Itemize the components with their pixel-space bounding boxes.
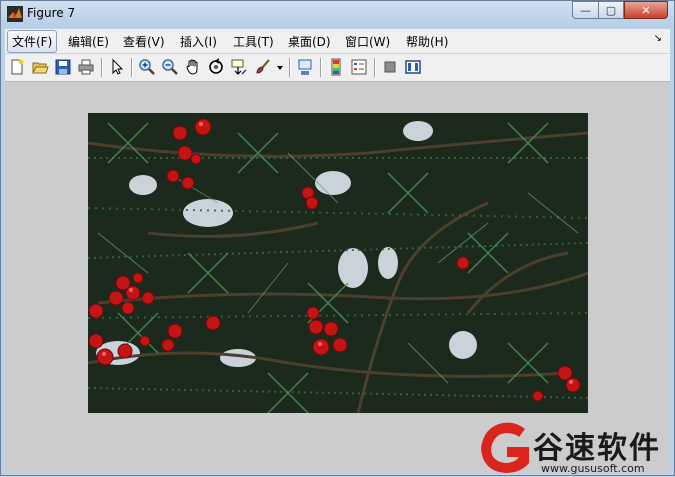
menu-edit[interactable]: 编辑(E) xyxy=(68,33,109,50)
rotate-3d-icon[interactable] xyxy=(207,58,225,76)
menu-help[interactable]: 帮助(H) xyxy=(406,33,448,50)
watermark-brand: 谷速软件 xyxy=(533,431,661,466)
data-cursor-icon[interactable] xyxy=(230,58,248,76)
toolbar-separator xyxy=(101,58,103,77)
maximize-icon: ▢ xyxy=(605,3,617,17)
menu-bar: 文件(F) 编辑(E) 查看(V) 插入(I) 工具(T) 桌面(D) 窗口(W… xyxy=(5,29,670,54)
watermark-logo: 谷速软件 www.gususoft.com xyxy=(475,419,675,477)
zoom-in-icon[interactable] xyxy=(138,58,156,76)
figure-canvas[interactable] xyxy=(5,82,670,473)
menu-view[interactable]: 查看(V) xyxy=(123,33,165,50)
pan-hand-icon[interactable] xyxy=(184,58,202,76)
minimize-button[interactable]: — xyxy=(572,1,598,19)
hide-plot-tools-icon[interactable] xyxy=(381,58,399,76)
menu-desktop[interactable]: 桌面(D) xyxy=(288,33,331,50)
matlab-icon xyxy=(7,6,23,22)
zoom-out-icon[interactable] xyxy=(161,58,179,76)
close-button[interactable]: ✕ xyxy=(624,1,668,19)
toolbar-separator xyxy=(320,58,322,77)
toolbar-separator xyxy=(374,58,376,77)
link-plot-icon[interactable] xyxy=(296,58,314,76)
close-icon: ✕ xyxy=(641,3,651,17)
watermark-url: www.gususoft.com xyxy=(541,462,645,475)
insert-legend-icon[interactable] xyxy=(350,58,368,76)
insert-colorbar-icon[interactable] xyxy=(327,58,345,76)
new-figure-icon[interactable] xyxy=(8,58,26,76)
menubar-overflow-icon[interactable]: ↘ xyxy=(654,33,662,44)
save-icon[interactable] xyxy=(54,58,72,76)
menu-insert[interactable]: 插入(I) xyxy=(180,33,217,50)
figure-window: Figure 7 — ▢ ✕ 文件(F) 编辑(E) 查看(V) 插入(I) 工… xyxy=(0,0,675,476)
dropdown-arrow-icon[interactable] xyxy=(275,58,285,76)
edit-plot-arrow-icon[interactable] xyxy=(108,58,126,76)
minimize-icon: — xyxy=(580,3,591,17)
open-file-icon[interactable] xyxy=(31,58,49,76)
maximize-button[interactable]: ▢ xyxy=(598,1,624,19)
figure-image xyxy=(88,113,588,413)
brush-icon[interactable] xyxy=(254,58,272,76)
toolbar-separator xyxy=(289,58,291,77)
menu-tools[interactable]: 工具(T) xyxy=(233,33,274,50)
show-plot-tools-icon[interactable] xyxy=(404,58,422,76)
menu-window[interactable]: 窗口(W) xyxy=(345,33,390,50)
watermark-g-icon xyxy=(481,422,529,473)
figure-toolbar xyxy=(5,54,670,82)
print-icon[interactable] xyxy=(77,58,95,76)
title-bar[interactable]: Figure 7 — ▢ ✕ xyxy=(1,1,674,28)
toolbar-separator xyxy=(131,58,133,77)
menu-file[interactable]: 文件(F) xyxy=(7,30,58,53)
window-title: Figure 7 xyxy=(27,6,76,20)
